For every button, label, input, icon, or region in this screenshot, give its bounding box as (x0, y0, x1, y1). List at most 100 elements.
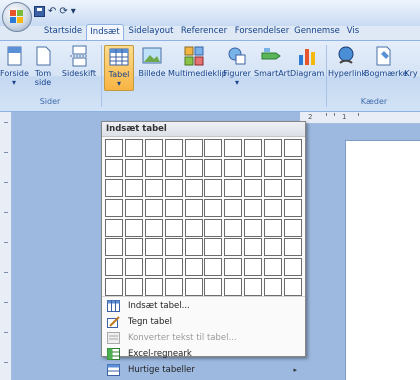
table-grid-cell[interactable] (284, 238, 303, 257)
table-grid-cell[interactable] (144, 218, 163, 237)
table-grid-cell[interactable] (204, 218, 223, 237)
table-grid-cell[interactable] (164, 218, 183, 237)
table-grid-cell[interactable] (164, 139, 183, 157)
table-grid-cell[interactable] (284, 178, 303, 197)
table-grid-cell[interactable] (124, 158, 143, 177)
table-grid-cell[interactable] (124, 178, 143, 197)
table-grid-cell[interactable] (105, 158, 123, 177)
table-grid-cell[interactable] (264, 278, 283, 297)
blank-page-button[interactable]: Tom side (30, 45, 56, 91)
tab-referencer[interactable]: Referencer (178, 24, 230, 40)
tab-startside[interactable]: Startside (40, 24, 86, 40)
table-grid-cell[interactable] (244, 198, 263, 217)
office-button[interactable] (2, 2, 32, 32)
table-grid-cell[interactable] (184, 158, 203, 177)
table-grid-cell[interactable] (244, 258, 263, 277)
cross-reference-button[interactable]: Kry (402, 45, 420, 91)
table-grid-cell[interactable] (264, 218, 283, 237)
table-grid-cell[interactable] (264, 158, 283, 177)
table-grid-cell[interactable] (244, 278, 263, 297)
table-grid-cell[interactable] (204, 198, 223, 217)
table-grid-cell[interactable] (144, 198, 163, 217)
table-grid-cell[interactable] (164, 178, 183, 197)
table-grid-cell[interactable] (224, 218, 243, 237)
tab-gennemse[interactable]: Gennemse (293, 24, 341, 40)
table-grid-cell[interactable] (284, 139, 303, 157)
table-grid-cell[interactable] (184, 238, 203, 257)
table-grid-cell[interactable] (144, 238, 163, 257)
table-grid-cell[interactable] (244, 178, 263, 197)
table-grid-cell[interactable] (164, 158, 183, 177)
table-grid-cell[interactable] (224, 238, 243, 257)
table-grid-cell[interactable] (105, 198, 123, 217)
table-grid-cell[interactable] (224, 178, 243, 197)
tab-vis[interactable]: Vis (342, 24, 364, 40)
picture-button[interactable]: Billede (138, 45, 166, 91)
table-grid-cell[interactable] (244, 158, 263, 177)
table-grid-cell[interactable] (244, 218, 263, 237)
table-grid-cell[interactable] (204, 258, 223, 277)
table-grid-cell[interactable] (124, 139, 143, 157)
customize-qat-icon[interactable]: ▾ (71, 6, 76, 17)
quick-tables-menu-item[interactable]: Hurtige tabeller ▸ (102, 362, 305, 378)
table-grid-cell[interactable] (264, 198, 283, 217)
table-button[interactable]: Tabel ▾ (104, 45, 134, 91)
table-grid-cell[interactable] (144, 278, 163, 297)
undo-icon[interactable]: ↶ (48, 6, 56, 17)
table-grid-cell[interactable] (284, 158, 303, 177)
table-grid-cell[interactable] (144, 178, 163, 197)
tab-indsaet[interactable]: Indsæt (86, 24, 124, 40)
table-grid-cell[interactable] (264, 178, 283, 197)
tab-forsendelser[interactable]: Forsendelser (232, 24, 292, 40)
table-grid-cell[interactable] (105, 258, 123, 277)
tab-sidelayout[interactable]: Sidelayout (126, 24, 176, 40)
insert-table-menu-item[interactable]: Indsæt tabel... (102, 298, 305, 314)
table-grid-cell[interactable] (105, 139, 123, 157)
table-grid-cell[interactable] (224, 158, 243, 177)
table-grid-cell[interactable] (204, 178, 223, 197)
table-grid-cell[interactable] (184, 139, 203, 157)
table-grid-cell[interactable] (184, 218, 203, 237)
table-grid-cell[interactable] (244, 139, 263, 157)
table-grid-cell[interactable] (144, 258, 163, 277)
table-grid-cell[interactable] (284, 258, 303, 277)
table-grid-cell[interactable] (124, 198, 143, 217)
bookmark-button[interactable]: Bogmærke (364, 45, 408, 91)
table-grid-cell[interactable] (164, 278, 183, 297)
redo-icon[interactable]: ⟳ (59, 6, 67, 17)
table-grid-cell[interactable] (105, 238, 123, 257)
table-grid-cell[interactable] (124, 218, 143, 237)
table-grid-cell[interactable] (105, 278, 123, 297)
table-grid-cell[interactable] (224, 198, 243, 217)
table-grid-cell[interactable] (184, 198, 203, 217)
table-grid-cell[interactable] (124, 278, 143, 297)
table-grid-cell[interactable] (264, 139, 283, 157)
table-grid-cell[interactable] (224, 278, 243, 297)
table-grid-cell[interactable] (264, 238, 283, 257)
table-grid-cell[interactable] (124, 238, 143, 257)
table-grid-cell[interactable] (204, 238, 223, 257)
table-grid-cell[interactable] (284, 218, 303, 237)
excel-menu-item[interactable]: Excel-regneark (102, 346, 305, 362)
table-grid-cell[interactable] (264, 258, 283, 277)
table-grid-cell[interactable] (224, 258, 243, 277)
hyperlink-button[interactable]: Hyperlink (328, 45, 366, 91)
chart-button[interactable]: Diagram (290, 45, 324, 91)
cover-page-button[interactable]: Forside ▾ (0, 45, 29, 91)
table-grid-cell[interactable] (164, 238, 183, 257)
table-grid-cell[interactable] (204, 158, 223, 177)
document-page[interactable] (345, 140, 420, 380)
draw-table-menu-item[interactable]: Tegn tabel (102, 314, 305, 330)
table-grid-cell[interactable] (204, 278, 223, 297)
table-grid-cell[interactable] (144, 139, 163, 157)
save-icon[interactable] (34, 5, 45, 17)
table-grid-cell[interactable] (144, 158, 163, 177)
table-grid-cell[interactable] (244, 238, 263, 257)
table-grid-cell[interactable] (184, 178, 203, 197)
table-grid-cell[interactable] (184, 258, 203, 277)
shapes-button[interactable]: Figurer ▾ (222, 45, 252, 91)
table-grid-cell[interactable] (184, 278, 203, 297)
table-grid-cell[interactable] (164, 258, 183, 277)
table-grid-cell[interactable] (284, 278, 303, 297)
table-grid-cell[interactable] (204, 139, 223, 157)
